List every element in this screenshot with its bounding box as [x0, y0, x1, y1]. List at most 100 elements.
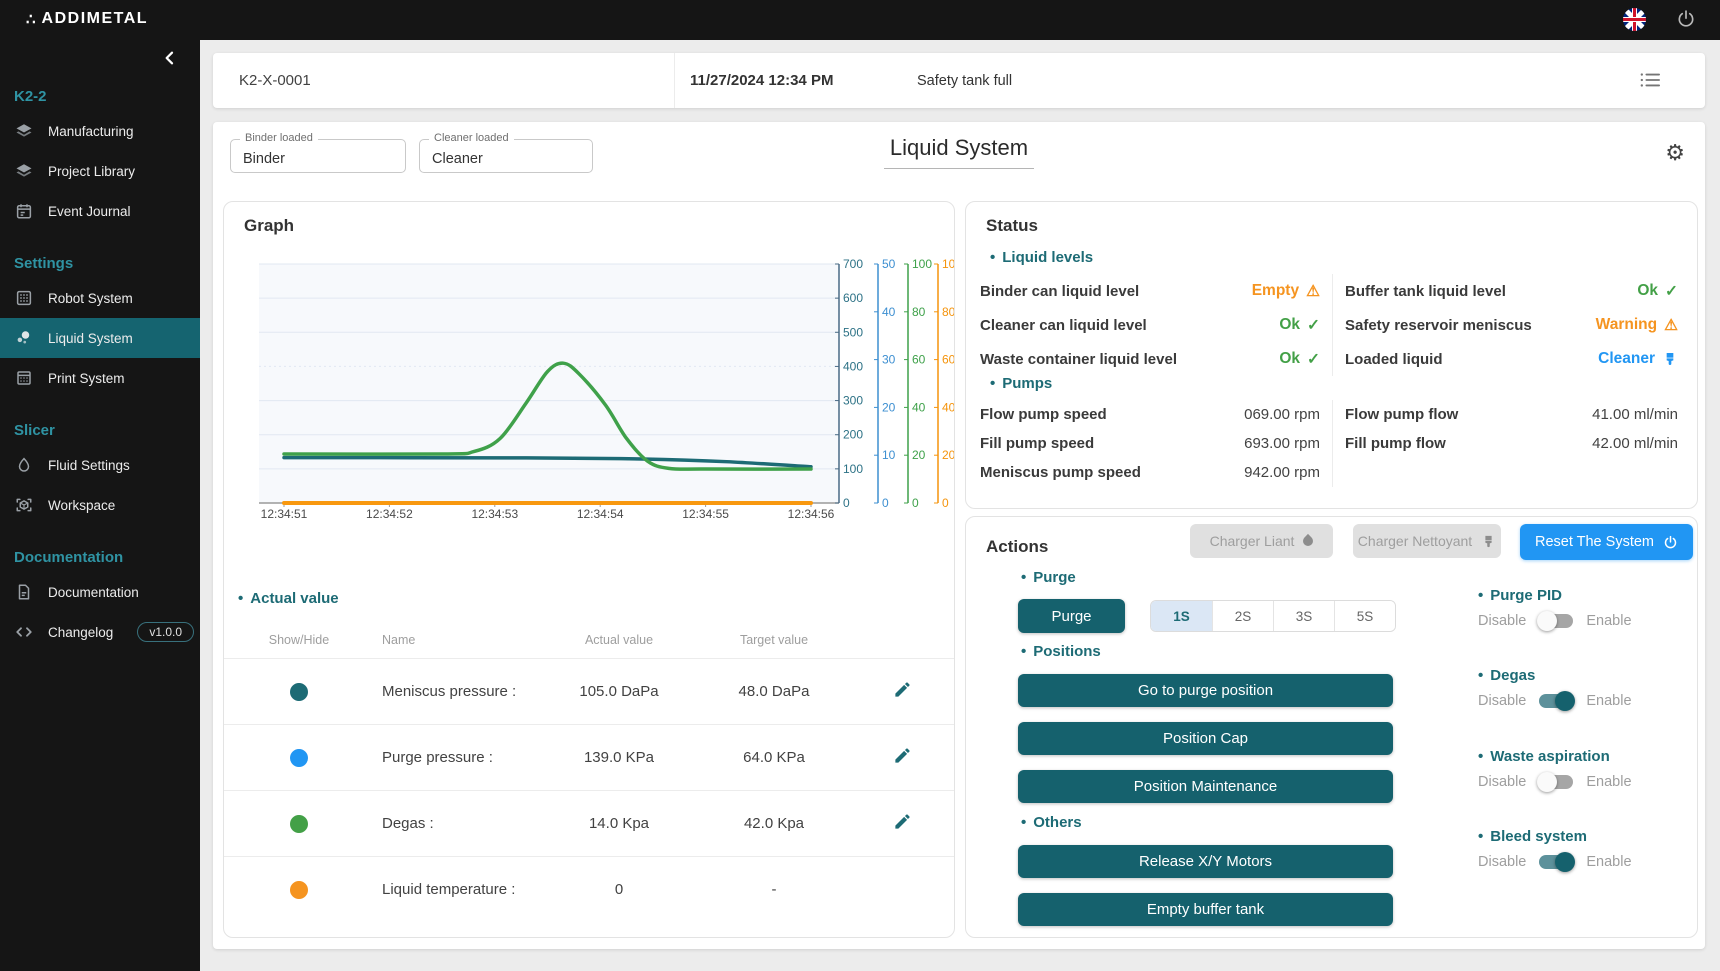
warning-icon: ⚠: [1664, 316, 1678, 335]
show-hide-eye-icon[interactable]: [290, 815, 308, 833]
degas-toggle[interactable]: [1539, 694, 1573, 708]
cleaner-loaded-field[interactable]: Cleaner loaded: [419, 139, 593, 173]
purge-button[interactable]: Purge: [1018, 599, 1125, 633]
sidebar-item-workspace[interactable]: Workspace: [0, 485, 200, 525]
pump-value: 41.00 ml/min: [1592, 406, 1678, 423]
actual-value-table: Show/Hide Name Actual value Target value…: [224, 622, 955, 922]
robot-grid-icon: [14, 288, 34, 308]
status-label: Cleaner can liquid level: [980, 317, 1147, 334]
sidebar-item-documentation[interactable]: Documentation: [0, 572, 200, 612]
purge-duration-1s[interactable]: 1S: [1151, 601, 1212, 631]
purge-pid-heading: Purge PID: [1478, 587, 1693, 604]
edit-pencil-icon[interactable]: [893, 812, 912, 831]
show-hide-eye-icon[interactable]: [290, 683, 308, 701]
purge-heading: Purge: [1021, 569, 1076, 586]
show-hide-eye-icon[interactable]: [290, 749, 308, 767]
sidebar-item-manufacturing[interactable]: Manufacturing: [0, 111, 200, 151]
droplet-icon: [1301, 534, 1315, 548]
sidebar-item-label: Print System: [48, 371, 125, 386]
purge-pid-toggle[interactable]: [1539, 614, 1573, 628]
brush-icon: [1481, 534, 1496, 549]
sidebar-item-label: Workspace: [48, 498, 115, 513]
sidebar-item-project-library[interactable]: Project Library: [0, 151, 200, 191]
status-value: Ok✓: [1279, 316, 1320, 335]
page-title: Liquid System: [884, 135, 1034, 169]
svg-text:700: 700: [843, 257, 863, 271]
disable-label: Disable: [1478, 693, 1526, 709]
sidebar-collapse-icon[interactable]: [162, 50, 178, 66]
show-hide-eye-icon[interactable]: [290, 881, 308, 899]
purge-duration-5s[interactable]: 5S: [1334, 601, 1395, 631]
positions-heading: Positions: [1021, 643, 1101, 660]
status-title: Status: [986, 216, 1038, 236]
svg-text:40: 40: [882, 305, 896, 319]
enable-label: Enable: [1586, 613, 1631, 629]
binder-loaded-field[interactable]: Binder loaded: [230, 139, 406, 173]
svg-text:600: 600: [843, 291, 863, 305]
empty-buffer-tank-button[interactable]: Empty buffer tank: [1018, 893, 1393, 926]
svg-text:12:34:56: 12:34:56: [788, 507, 835, 521]
edit-pencil-icon[interactable]: [893, 680, 912, 699]
sidebar-item-label: Project Library: [48, 164, 135, 179]
release-xy-motors-button[interactable]: Release X/Y Motors: [1018, 845, 1393, 878]
charger-liant-button[interactable]: Charger Liant: [1190, 524, 1333, 558]
check-icon: ✓: [1665, 282, 1678, 301]
svg-text:12:34:51: 12:34:51: [261, 507, 308, 521]
bubbles-icon: [14, 328, 34, 348]
status-label: Buffer tank liquid level: [1345, 283, 1506, 300]
bleed-system-toggle[interactable]: [1539, 855, 1573, 869]
actual-value-heading: Actual value: [238, 590, 339, 607]
bleed-system-toggle-block: Bleed system Disable Enable: [1478, 828, 1693, 870]
sidebar: ∴ ADDIMETAL K2-2 Manufacturing Project L…: [0, 0, 200, 971]
edit-pencil-icon[interactable]: [893, 746, 912, 765]
svg-text:500: 500: [843, 325, 863, 339]
cleaner-loaded-input[interactable]: [420, 140, 592, 172]
position-maintenance-button[interactable]: Position Maintenance: [1018, 770, 1393, 803]
enable-label: Enable: [1586, 854, 1631, 870]
brush-icon: [1662, 351, 1678, 367]
calendar-icon: [14, 201, 34, 221]
table-row: Liquid temperature : 0 -: [224, 856, 955, 922]
go-to-purge-position-button[interactable]: Go to purge position: [1018, 674, 1393, 707]
pump-label: Flow pump speed: [980, 406, 1107, 423]
sidebar-item-print-system[interactable]: Print System: [0, 358, 200, 398]
sidebar-item-label: Fluid Settings: [48, 458, 130, 473]
sidebar-nav: K2-2 Manufacturing Project Library Event…: [0, 88, 200, 652]
position-cap-button[interactable]: Position Cap: [1018, 722, 1393, 755]
pump-label: Flow pump flow: [1345, 406, 1458, 423]
brand-name: ADDIMETAL: [42, 10, 149, 28]
sidebar-section-slicer: Slicer: [0, 422, 200, 445]
status-value: Ok✓: [1637, 282, 1678, 301]
sidebar-item-liquid-system[interactable]: Liquid System: [0, 318, 200, 358]
svg-text:30: 30: [882, 353, 896, 367]
table-header-row: Show/Hide Name Actual value Target value: [224, 622, 955, 658]
purge-duration-3s[interactable]: 3S: [1273, 601, 1334, 631]
print-system-icon: [14, 368, 34, 388]
sidebar-item-fluid-settings[interactable]: Fluid Settings: [0, 445, 200, 485]
liquid-levels-grid: Binder can liquid level Empty⚠ Buffer ta…: [966, 274, 1699, 376]
event-list-icon[interactable]: [1639, 70, 1661, 90]
waste-aspiration-toggle[interactable]: [1539, 775, 1573, 789]
purge-duration-2s[interactable]: 2S: [1212, 601, 1273, 631]
actions-title: Actions: [986, 537, 1048, 557]
sidebar-item-changelog[interactable]: Changelog v1.0.0: [0, 612, 200, 652]
reset-system-button[interactable]: Reset The System: [1520, 524, 1693, 560]
status-label: Binder can liquid level: [980, 283, 1139, 300]
sidebar-item-label: Event Journal: [48, 204, 131, 219]
charger-nettoyant-button[interactable]: Charger Nettoyant: [1353, 524, 1501, 558]
svg-text:12:34:53: 12:34:53: [471, 507, 518, 521]
pump-label: Fill pump speed: [980, 435, 1094, 452]
disable-label: Disable: [1478, 613, 1526, 629]
language-flag-icon[interactable]: [1623, 8, 1646, 31]
svg-text:300: 300: [843, 394, 863, 408]
gear-icon[interactable]: ⚙: [1665, 142, 1685, 164]
power-icon: [1663, 535, 1678, 550]
sidebar-item-robot-system[interactable]: Robot System: [0, 278, 200, 318]
power-icon[interactable]: [1676, 9, 1696, 29]
table-row: Degas : 14.0 Kpa 42.0 Kpa: [224, 790, 955, 856]
binder-loaded-input[interactable]: [231, 140, 405, 172]
layers-icon: [14, 121, 34, 141]
svg-text:40: 40: [912, 400, 926, 414]
header-status-message: Safety tank full: [917, 53, 1012, 108]
sidebar-item-event-journal[interactable]: Event Journal: [0, 191, 200, 231]
